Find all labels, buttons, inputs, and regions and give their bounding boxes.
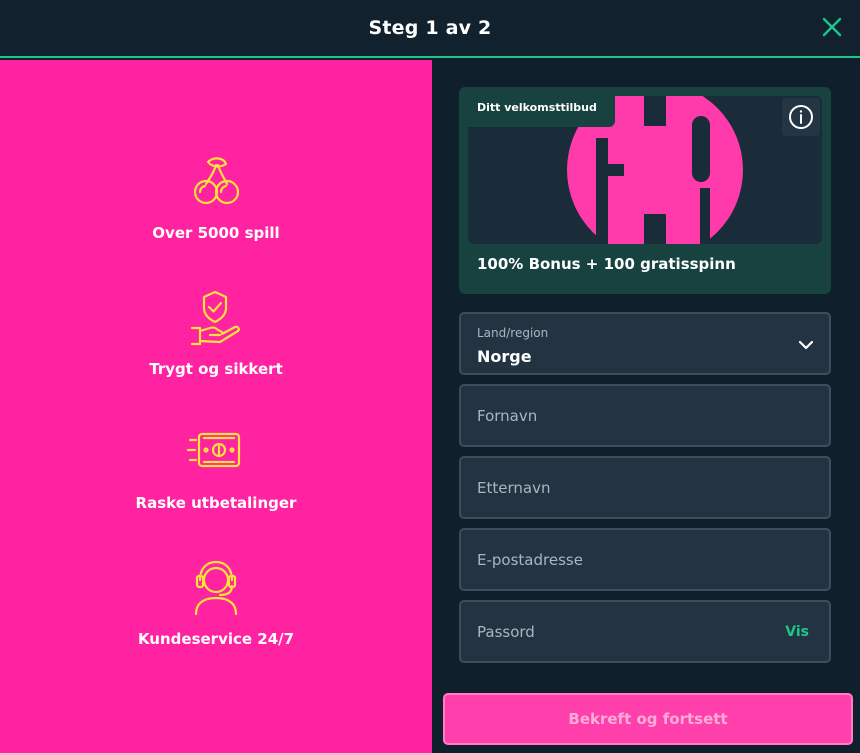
modal-header: Steg 1 av 2: [0, 0, 860, 58]
feature-security: Trygt og sikkert: [0, 288, 432, 378]
confirm-continue-button[interactable]: Bekreft og fortsett: [443, 693, 853, 745]
feature-label: Raske utbetalinger: [135, 494, 297, 512]
password-placeholder: Passord: [477, 622, 535, 641]
offer-text: 100% Bonus + 100 gratisspinn: [477, 255, 736, 273]
country-select[interactable]: Land/region Norge: [459, 312, 831, 375]
cherries-icon: [186, 152, 246, 212]
feature-label: Over 5000 spill: [152, 224, 280, 242]
close-button[interactable]: [820, 15, 844, 39]
benefits-panel: Over 5000 spill Trygt og sikkert Raske u…: [0, 60, 432, 753]
money-fast-icon: [186, 422, 246, 482]
email-placeholder: E-postadresse: [477, 550, 583, 569]
show-password-toggle[interactable]: Vis: [785, 624, 809, 640]
info-icon: [789, 105, 813, 129]
feature-label: Kundeservice 24/7: [137, 630, 295, 648]
feature-payouts: Raske utbetalinger: [0, 422, 432, 512]
email-field[interactable]: E-postadresse: [459, 528, 831, 591]
info-button[interactable]: [782, 98, 820, 136]
last-name-placeholder: Etternavn: [477, 478, 551, 497]
feature-support: Kundeservice 24/7: [0, 558, 432, 648]
welcome-offer-card: Ditt velkomsttilbud 100% Bonus + 100 gra…: [459, 87, 831, 294]
chevron-down-icon: [798, 340, 814, 350]
first-name-placeholder: Fornavn: [477, 406, 538, 425]
close-icon: [822, 17, 842, 37]
welcome-offer-badge: Ditt velkomsttilbud: [459, 87, 615, 127]
step-title: Steg 1 av 2: [368, 17, 492, 39]
last-name-field[interactable]: Etternavn: [459, 456, 831, 519]
feature-label: Trygt og sikkert: [149, 360, 283, 378]
signup-form-panel: Ditt velkomsttilbud 100% Bonus + 100 gra…: [432, 60, 860, 753]
feature-games: Over 5000 spill: [0, 152, 432, 242]
shield-hand-icon: [186, 288, 246, 348]
country-label: Land/region: [477, 326, 549, 340]
first-name-field[interactable]: Fornavn: [459, 384, 831, 447]
headset-icon: [186, 558, 246, 618]
country-value: Norge: [477, 347, 532, 366]
password-field[interactable]: Passord Vis: [459, 600, 831, 663]
